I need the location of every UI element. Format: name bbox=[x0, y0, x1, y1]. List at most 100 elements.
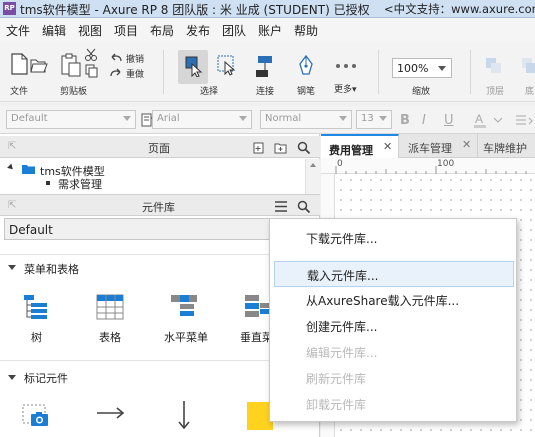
select-mode-button[interactable] bbox=[178, 50, 208, 84]
page-tabs: 费用管理 ✕ 派车管理 ✕ 车牌维护 bbox=[321, 134, 535, 158]
horizontal-menu-widget[interactable] bbox=[170, 294, 198, 323]
more-button[interactable] bbox=[334, 60, 358, 70]
bold-icon[interactable]: B bbox=[400, 113, 414, 128]
undo-button[interactable]: 撤销 bbox=[110, 52, 150, 65]
vertical-menu-icon bbox=[245, 295, 271, 317]
chevron-down-icon bbox=[339, 116, 347, 121]
font-weight-value: Normal bbox=[265, 113, 302, 124]
close-icon[interactable]: ✕ bbox=[462, 138, 471, 151]
menu-item-label: 载入元件库... bbox=[307, 269, 379, 283]
library-panel-header: ⇱ 元件库 bbox=[0, 194, 320, 216]
chevron-down-icon[interactable] bbox=[8, 375, 16, 380]
select-contained-button[interactable] bbox=[216, 54, 236, 76]
new-file-icon bbox=[11, 53, 28, 75]
connect-button[interactable] bbox=[254, 54, 276, 80]
arrow-horizontal-widget[interactable] bbox=[96, 406, 126, 423]
menu-project[interactable]: 项目 bbox=[114, 22, 138, 39]
send-to-back-button[interactable] bbox=[520, 56, 535, 78]
connector-icon bbox=[256, 56, 272, 77]
tree-widget-icon bbox=[24, 295, 47, 319]
menu-item-edit-library: 编辑元件库... bbox=[270, 341, 516, 365]
style-select[interactable]: Default bbox=[6, 110, 136, 129]
paste-button[interactable] bbox=[58, 52, 84, 84]
bring-to-front-button[interactable] bbox=[484, 56, 504, 78]
file-label: 文件 bbox=[10, 87, 29, 97]
undock-icon[interactable]: ⇱ bbox=[8, 200, 16, 211]
top-label: 顶层 bbox=[486, 87, 505, 97]
menu-bar: 文件 编辑 视图 项目 布局 发布 团队 账户 帮助 bbox=[0, 18, 535, 42]
undo-icon bbox=[111, 53, 122, 62]
list-button[interactable] bbox=[514, 112, 534, 128]
tree-child-label[interactable]: 需求管理 bbox=[58, 176, 102, 192]
snapshot-widget[interactable] bbox=[22, 402, 50, 433]
pages-scrollbar[interactable] bbox=[305, 159, 320, 194]
menu-account[interactable]: 账户 bbox=[258, 22, 282, 39]
toolbar-separator bbox=[163, 50, 164, 94]
menu-item-download-library[interactable]: 下载元件库... bbox=[270, 219, 516, 251]
menu-item-unload-library: 卸载元件库 bbox=[270, 393, 516, 417]
undock-icon[interactable]: ⇱ bbox=[8, 141, 16, 152]
redo-icon bbox=[110, 68, 121, 77]
section-menus-tables[interactable]: 菜单和表格 bbox=[24, 261, 79, 277]
library-options-menu: 下载元件库... 载入元件库... 从AxureShare载入元件库... 创建… bbox=[269, 218, 517, 422]
tab-plate[interactable]: 车牌维护 bbox=[479, 134, 535, 158]
tab-expense[interactable]: 费用管理 ✕ bbox=[321, 134, 399, 158]
camera-icon bbox=[22, 404, 48, 426]
window-title: tms软件模型 - Axure RP 8 团队版 : 米 业成 (STUDENT… bbox=[20, 3, 370, 17]
menu-team[interactable]: 团队 bbox=[222, 22, 246, 39]
menu-edit[interactable]: 编辑 bbox=[42, 22, 66, 39]
tab-label: 派车管理 bbox=[408, 142, 452, 155]
font-family-select[interactable]: Arial bbox=[152, 110, 252, 129]
paste-icon bbox=[61, 53, 81, 77]
redo-button[interactable]: 重做 bbox=[110, 67, 150, 80]
font-size-select[interactable]: 13 bbox=[356, 110, 392, 129]
open-folder-icon bbox=[30, 59, 48, 73]
select-icon bbox=[185, 56, 203, 77]
tab-dispatch[interactable]: 派车管理 ✕ bbox=[400, 134, 478, 158]
menu-item-create-library[interactable]: 创建元件库... bbox=[270, 315, 516, 339]
menu-layout[interactable]: 布局 bbox=[150, 22, 174, 39]
font-weight-select[interactable]: Normal bbox=[260, 110, 352, 129]
table-widget[interactable] bbox=[96, 294, 124, 323]
menu-view[interactable]: 视图 bbox=[78, 22, 102, 39]
send-back-icon bbox=[522, 58, 535, 73]
italic-icon[interactable]: I bbox=[422, 113, 436, 128]
menu-item-label: 从AxureShare载入元件库... bbox=[306, 294, 460, 308]
toolbar-separator bbox=[470, 50, 471, 94]
chevron-down-icon[interactable] bbox=[8, 265, 16, 270]
format-toolbar: Default Arial Normal 13 B I U A bbox=[0, 106, 535, 134]
menu-item-label: 下载元件库... bbox=[306, 232, 378, 246]
chevron-down-icon bbox=[379, 116, 387, 121]
axure-app-icon: RP bbox=[3, 2, 16, 15]
arrow-vertical-widget[interactable] bbox=[177, 400, 191, 433]
folder-icon bbox=[22, 165, 35, 174]
support-link[interactable]: <中文支持：www.axure.com bbox=[384, 1, 535, 17]
font-color-button[interactable]: A bbox=[472, 111, 506, 129]
vertical-menu-widget[interactable] bbox=[244, 294, 272, 323]
menu-item-load-from-axureshare[interactable]: 从AxureShare载入元件库... bbox=[270, 289, 516, 313]
menu-item-label: 卸载元件库 bbox=[306, 398, 367, 412]
hamburger-menu-icon[interactable] bbox=[274, 200, 288, 213]
underline-icon[interactable]: U bbox=[444, 113, 458, 128]
add-folder-icon[interactable] bbox=[274, 141, 288, 154]
search-icon[interactable] bbox=[297, 141, 311, 155]
menu-help[interactable]: 帮助 bbox=[294, 22, 318, 39]
menu-item-load-library[interactable]: 载入元件库... bbox=[274, 261, 514, 287]
add-page-icon[interactable] bbox=[252, 141, 266, 154]
menu-publish[interactable]: 发布 bbox=[186, 22, 210, 39]
zoom-select[interactable]: 100% bbox=[392, 58, 452, 78]
pen-button[interactable] bbox=[296, 54, 316, 80]
scroll-up-icon[interactable] bbox=[310, 163, 316, 167]
menu-file[interactable]: 文件 bbox=[6, 22, 30, 39]
collapse-icon[interactable] bbox=[7, 163, 15, 172]
section-markup[interactable]: 标记元件 bbox=[24, 370, 68, 386]
open-button[interactable] bbox=[28, 54, 48, 84]
search-icon[interactable] bbox=[297, 200, 311, 214]
copy-button[interactable] bbox=[84, 64, 98, 78]
cut-button[interactable] bbox=[84, 48, 98, 62]
chevron-down-icon bbox=[123, 116, 131, 121]
table-widget-label: 表格 bbox=[99, 331, 121, 344]
close-icon[interactable]: ✕ bbox=[383, 140, 392, 153]
tree-widget[interactable] bbox=[22, 294, 50, 323]
library-panel-title: 元件库 bbox=[142, 201, 175, 214]
